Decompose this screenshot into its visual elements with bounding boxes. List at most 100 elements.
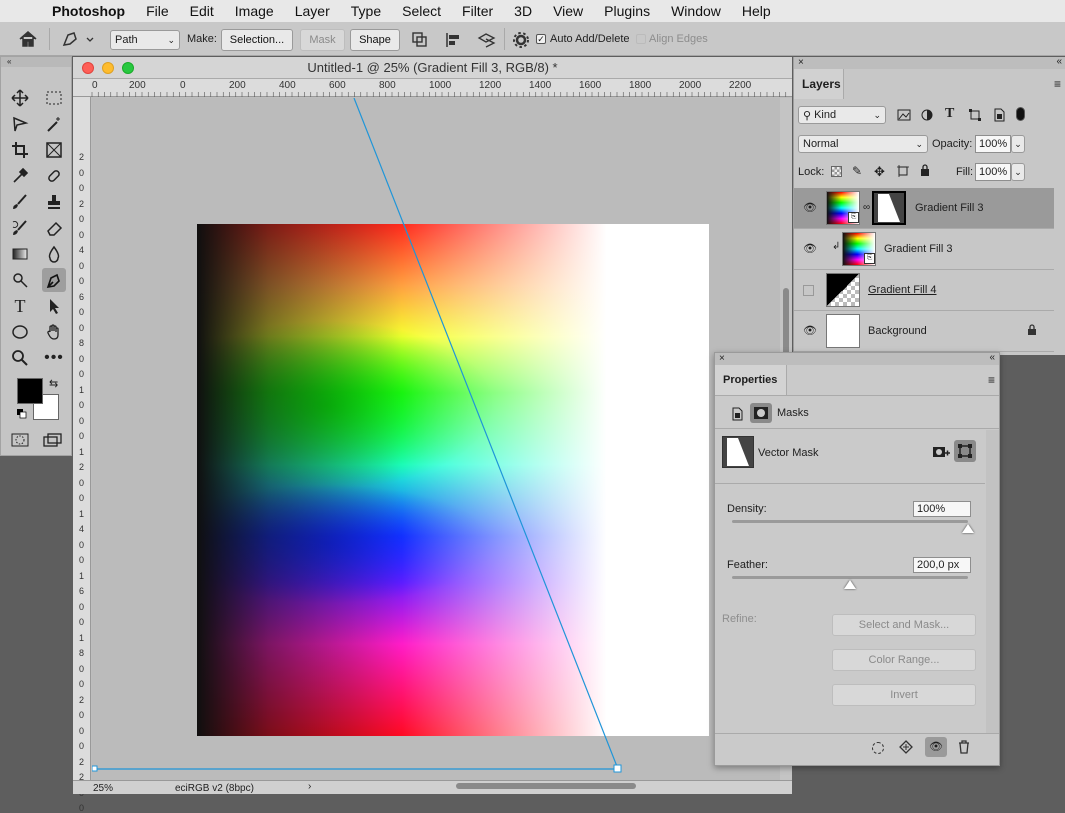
dodge-tool-icon[interactable] <box>8 268 32 292</box>
layer-name[interactable]: Gradient Fill 4 <box>868 284 936 296</box>
visibility-eye-icon[interactable]: 👁 <box>803 324 817 337</box>
path-segment[interactable] <box>353 98 619 770</box>
pen-tool-icon[interactable] <box>42 268 66 292</box>
mask-icon[interactable] <box>750 403 772 423</box>
make-mask-button[interactable]: Mask <box>300 29 345 51</box>
menu-filter[interactable]: Filter <box>462 3 493 19</box>
ellipse-tool-icon[interactable] <box>8 320 32 344</box>
feather-slider[interactable] <box>732 576 968 579</box>
layer-row[interactable]: 👁 ⎘ ∞ Gradient Fill 3 <box>794 188 1054 229</box>
status-menu-icon[interactable]: › <box>308 781 311 792</box>
panel-menu-icon[interactable]: ≡ <box>1054 77 1061 91</box>
collapse-panel-icon[interactable]: « <box>1056 56 1062 67</box>
anchor-point[interactable] <box>92 765 98 772</box>
menu-type[interactable]: Type <box>351 3 381 19</box>
shape-filter-icon[interactable] <box>969 109 981 121</box>
filter-kind-select[interactable]: ⚲ Kind ⌄ <box>798 106 886 124</box>
tab-properties[interactable]: Properties <box>715 365 787 395</box>
filter-toggle[interactable] <box>1016 107 1025 121</box>
screen-mode-icon[interactable] <box>43 433 63 447</box>
layer-name[interactable]: Gradient Fill 3 <box>884 243 952 255</box>
auto-add-delete-checkbox[interactable]: ✓ <box>536 34 546 44</box>
close-panel-icon[interactable]: × <box>719 353 725 364</box>
menu-edit[interactable]: Edit <box>190 3 214 19</box>
menu-help[interactable]: Help <box>742 3 771 19</box>
menu-3d[interactable]: 3D <box>514 3 532 19</box>
minimize-window-button[interactable] <box>102 62 114 74</box>
menu-layer[interactable]: Layer <box>295 3 330 19</box>
hand-tool-icon[interactable] <box>42 320 66 344</box>
foreground-color-swatch[interactable] <box>17 378 43 404</box>
gradient-tool-icon[interactable] <box>8 242 32 266</box>
horizontal-ruler[interactable]: 0 200 0 200 400 600 800 1000 1200 1400 1… <box>73 79 792 97</box>
path-operations-icon[interactable] <box>411 31 429 49</box>
menu-file[interactable]: File <box>146 3 169 19</box>
path-mode-select[interactable]: Path ⌄ <box>110 30 180 50</box>
menu-plugins[interactable]: Plugins <box>604 3 650 19</box>
select-and-mask-button[interactable]: Select and Mask... <box>832 614 976 636</box>
menu-window[interactable]: Window <box>671 3 721 19</box>
horizontal-scroll-thumb[interactable] <box>456 783 636 789</box>
blur-tool-icon[interactable] <box>42 242 66 266</box>
menu-image[interactable]: Image <box>235 3 274 19</box>
eraser-tool-icon[interactable] <box>42 216 66 240</box>
visibility-eye-icon[interactable]: 👁 <box>803 201 817 214</box>
zoom-level[interactable]: 25% <box>93 783 113 794</box>
align-edges-checkbox[interactable] <box>636 34 646 44</box>
vector-mask-thumbnail[interactable] <box>722 436 754 468</box>
add-vector-mask-icon[interactable] <box>954 440 976 462</box>
layer-thumbnail[interactable] <box>826 314 860 348</box>
vertical-ruler[interactable]: 2 0 0 2 0 0 4 0 0 6 0 0 8 0 0 1 0 0 0 1 2 0 0 1 4 0 0 1 6 0 0 1 8 0 0 2 0 0 0 2… <box>73 97 91 813</box>
smart-object-filter-icon[interactable] <box>993 108 1005 122</box>
visibility-eye-icon[interactable]: 👁 <box>803 242 817 255</box>
vector-mask-thumbnail[interactable] <box>872 191 906 225</box>
fill-chevron-icon[interactable]: ⌄ <box>1011 163 1025 181</box>
density-slider[interactable] <box>732 520 968 523</box>
app-menu[interactable]: Photoshop <box>52 3 125 19</box>
layer-name[interactable]: Gradient Fill 3 <box>915 202 983 214</box>
lock-all-icon[interactable] <box>920 164 930 177</box>
type-tool-icon[interactable]: T <box>8 294 32 318</box>
feather-input[interactable]: 200,0 px <box>913 557 971 573</box>
layer-thumbnail[interactable] <box>826 273 860 307</box>
fill-input[interactable]: 100% <box>975 163 1011 181</box>
make-shape-button[interactable]: Shape <box>350 29 400 51</box>
collapse-icon[interactable]: « <box>1 57 71 67</box>
lasso-tool-icon[interactable] <box>8 112 32 136</box>
add-pixel-mask-icon[interactable] <box>932 444 950 460</box>
adjustment-filter-icon[interactable] <box>921 109 933 121</box>
trash-icon[interactable] <box>958 740 970 754</box>
panel-menu-icon[interactable]: ≡ <box>988 373 995 387</box>
density-input[interactable]: 100% <box>913 501 971 517</box>
magic-wand-icon[interactable] <box>42 112 66 136</box>
density-slider-thumb[interactable] <box>962 524 974 533</box>
pixel-filter-icon[interactable] <box>897 109 911 121</box>
collapse-panel-icon[interactable]: « <box>989 352 995 363</box>
feather-slider-thumb[interactable] <box>844 580 856 589</box>
quick-mask-icon[interactable] <box>11 433 29 447</box>
tab-layers[interactable]: Layers <box>794 69 844 99</box>
path-alignment-icon[interactable] <box>444 31 462 49</box>
crop-tool-icon[interactable] <box>8 138 32 162</box>
marquee-tool-icon[interactable] <box>42 86 66 110</box>
vector-path[interactable] <box>92 98 780 790</box>
opacity-input[interactable]: 100% <box>975 135 1011 153</box>
make-selection-button[interactable]: Selection... <box>221 29 293 51</box>
invert-button[interactable]: Invert <box>832 684 976 706</box>
toggle-mask-visibility-icon[interactable]: 👁 <box>925 737 947 757</box>
blend-mode-select[interactable]: Normal ⌄ <box>798 135 928 153</box>
color-profile[interactable]: eciRGB v2 (8bpc) <box>175 783 254 794</box>
frame-tool-icon[interactable] <box>42 138 66 162</box>
lock-pixels-icon[interactable]: ✎ <box>852 164 862 178</box>
menu-select[interactable]: Select <box>402 3 441 19</box>
home-icon[interactable] <box>18 30 38 48</box>
anchor-point[interactable] <box>613 764 622 773</box>
lock-position-icon[interactable]: ✥ <box>874 164 885 180</box>
properties-scrollbar[interactable] <box>986 430 999 733</box>
opacity-chevron-icon[interactable]: ⌄ <box>1011 135 1025 153</box>
smart-object-icon[interactable] <box>731 407 743 421</box>
zoom-window-button[interactable] <box>122 62 134 74</box>
canvas-area[interactable] <box>92 98 780 790</box>
zoom-tool-icon[interactable] <box>8 346 32 370</box>
layer-row[interactable]: 👁 Background <box>794 311 1054 352</box>
